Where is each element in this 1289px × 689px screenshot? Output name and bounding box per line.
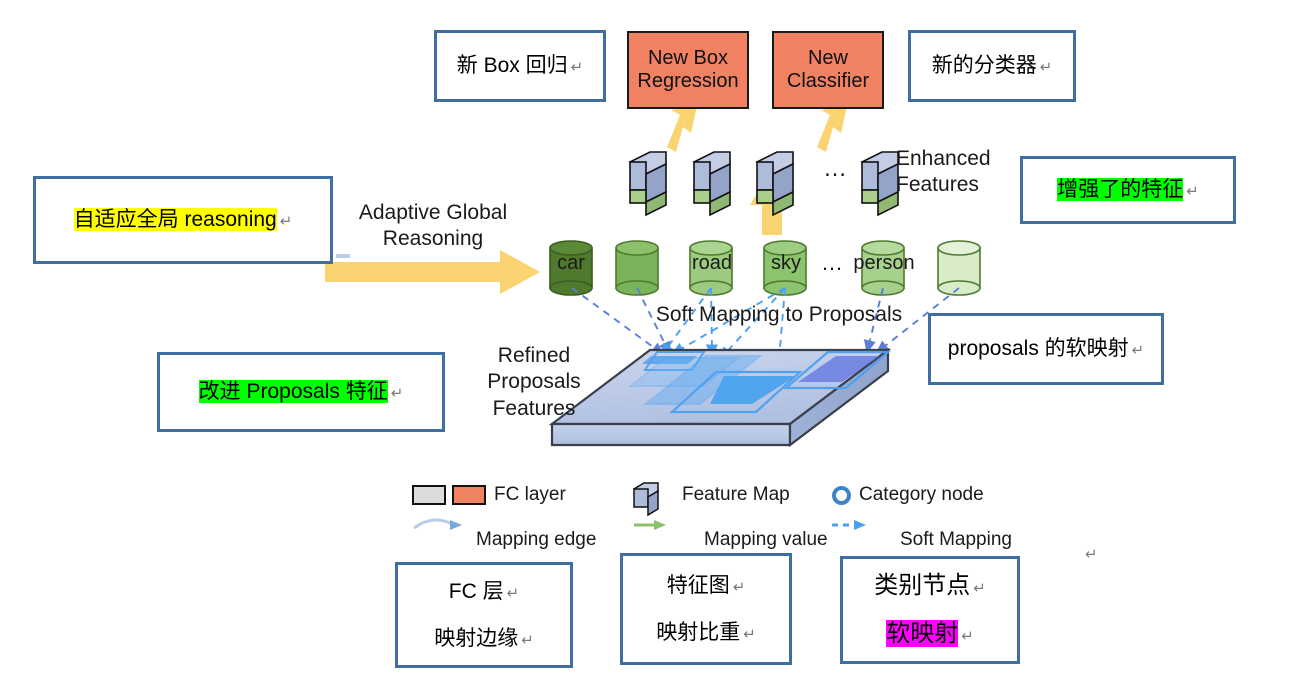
annotation-category-node-cn: 类别节点 ↵ 软映射 ↵ (840, 556, 1020, 664)
legend-label: Feature Map (682, 484, 790, 505)
annotation-text-line2: 软映射 (886, 620, 959, 647)
annotation-text-line1: 类别节点 (874, 572, 971, 599)
legend-label: Category node (859, 484, 984, 505)
annotation-text-line2: 映射边缘 (434, 627, 519, 650)
annotation-fc-layer-cn: FC 层 ↵ 映射边缘 ↵ (395, 562, 573, 668)
pilcrow-mark: ↵ (1131, 342, 1145, 360)
legend-label: FC layer (494, 484, 566, 505)
annotation-new-classifier-cn: 新的分类器 ↵ (908, 30, 1076, 102)
annotation-text: 自适应全局 reasoning (73, 208, 277, 232)
annotation-enhanced-features-cn: 增强了的特征 ↵ (1020, 156, 1236, 224)
fc-box-line2: Regression (637, 70, 739, 92)
fc-box-line1: New (807, 47, 848, 69)
annotation-text: 增强了的特征 (1057, 178, 1184, 202)
category-node-label-sky: sky (771, 252, 801, 274)
legend-item-mapping-value: Mapping value (634, 529, 832, 551)
annotation-text-line2: 映射比重 (656, 621, 741, 644)
adaptive-reasoning-arrow (325, 250, 540, 294)
fc-layer-orange-swatch-icon (452, 485, 486, 505)
category-node-label-car: car (557, 252, 585, 274)
category-node-label-road: road (691, 252, 733, 274)
pilcrow-mark: ↵ (1039, 59, 1053, 77)
legend-item-soft-mapping: Soft Mapping (832, 529, 1012, 551)
fc-box-new-classifier[interactable]: New Classifier (772, 31, 884, 109)
fc-box-line1: New Box (647, 47, 729, 69)
annotation-feature-map-cn: 特征图 ↵ 映射比重 ↵ (620, 553, 792, 665)
pilcrow-mark: ↵ (961, 628, 974, 645)
legend-label: Mapping value (704, 529, 828, 550)
pilcrow-mark: ↵ (732, 578, 746, 596)
pilcrow-mark: ↵ (743, 626, 756, 643)
annotation-text: proposals 的软映射 (947, 337, 1129, 361)
pilcrow-mark: ↵ (279, 213, 293, 231)
pilcrow-mark: ↵ (390, 385, 404, 403)
category-node-ring-icon (832, 485, 851, 505)
annotation-text-line1: FC 层 (448, 579, 504, 603)
fc-layer-gray-swatch-icon (412, 485, 446, 505)
legend-row-1: FC layer Feature Map Category node (412, 480, 1012, 510)
annotation-soft-mapping-cn: proposals 的软映射 ↵ (928, 313, 1164, 385)
fc-box-new-box-regression[interactable]: New Box Regression (627, 31, 749, 109)
annotation-text: 新的分类器 (931, 54, 1037, 78)
adaptive-global-reasoning-label: Adaptive Global Reasoning (358, 201, 508, 251)
pilcrow-mark: ↵ (521, 632, 534, 649)
arrow-to-new-classifier (817, 106, 847, 152)
annotation-adaptive-reasoning-cn: 自适应全局 reasoning ↵ (33, 176, 333, 264)
pilcrow-mark: ↵ (973, 580, 986, 597)
refined-proposals-slab (548, 347, 892, 448)
soft-mapping-to-proposals-label: Soft Mapping to Proposals (655, 303, 903, 326)
annotation-refined-proposals-cn: 改进 Proposals 特征 ↵ (157, 352, 445, 432)
arrow-to-new-box-regression (667, 106, 697, 152)
legend-item-category-node: Category node (832, 484, 984, 506)
refined-proposals-features-label: Refined Proposals Features (487, 344, 581, 420)
legend-label: Soft Mapping (900, 529, 1012, 550)
small-blue-tick (336, 254, 350, 258)
legend-item-fc-layer: FC layer (412, 484, 634, 506)
legend-label: Mapping edge (476, 529, 597, 550)
category-node-label-person: person (853, 252, 915, 274)
annotation-text: 改进 Proposals 特征 (198, 380, 388, 404)
category-node-ellipsis: … (821, 250, 845, 275)
annotation-text: 新 Box 回归 (456, 54, 568, 78)
annotation-new-box-regression-cn: 新 Box 回归 ↵ (434, 30, 606, 102)
legend-item-feature-map: Feature Map (634, 484, 832, 506)
feature-map-ellipsis: … (823, 155, 849, 182)
pilcrow-mark: ↵ (506, 584, 520, 602)
legend-row-2: Mapping edge Mapping value Soft Mapping (412, 524, 1012, 556)
pilcrow-mark: ↵ (1186, 183, 1199, 201)
diagram-canvas: 新 Box 回归 ↵ New Box Regression New Classif… (0, 0, 1289, 689)
fc-box-line2: Classifier (786, 70, 870, 92)
pilcrow-mark: ↵ (570, 59, 584, 77)
legend: FC layer Feature Map Category node Mappi… (412, 480, 1012, 556)
enhanced-features-label: Enhanced Features (896, 147, 991, 196)
legend-item-mapping-edge: Mapping edge (412, 529, 634, 551)
annotation-text-line1: 特征图 (666, 573, 730, 597)
stray-pilcrow-mark: ↵ (1085, 546, 1098, 563)
